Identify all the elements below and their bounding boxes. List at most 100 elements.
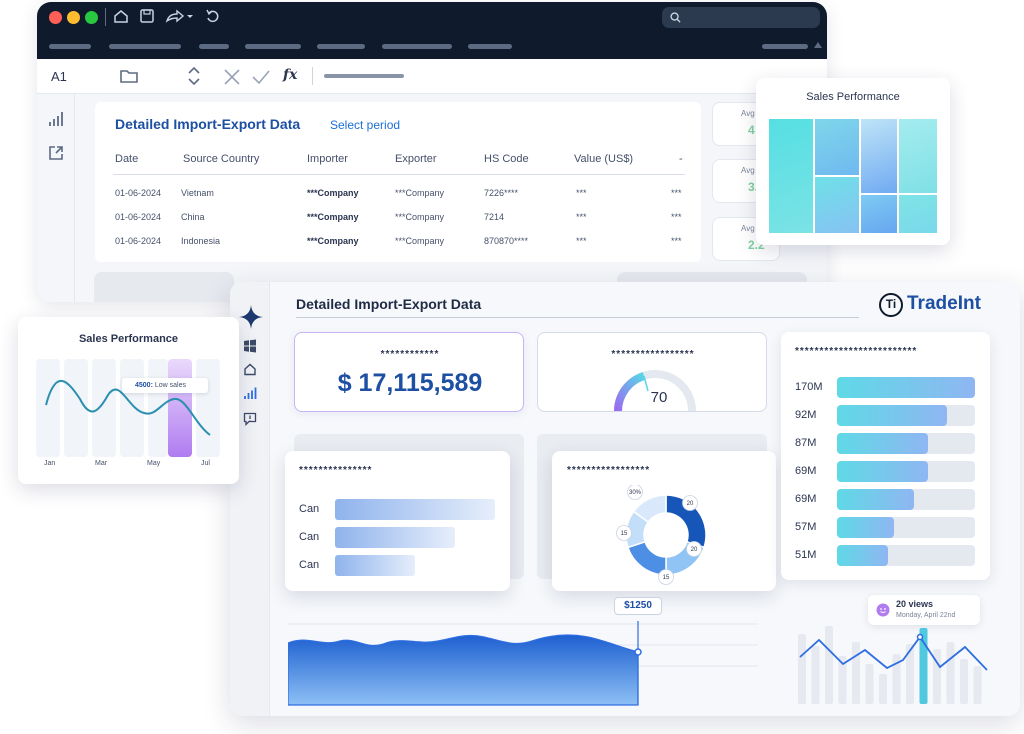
total-value-card[interactable]: ************ $ 17,115,589 (294, 332, 524, 412)
table-cell: Indonesia (181, 236, 221, 246)
chart-icon[interactable] (243, 386, 257, 400)
bar[interactable] (837, 545, 888, 566)
table-row[interactable]: 01-06-2024 Vietnam ***Company ***Company 722… (95, 188, 701, 204)
bar[interactable] (837, 405, 947, 426)
table-row[interactable]: 01-06-2024 China ***Company ***Company 7214 *… (95, 212, 701, 228)
menu-item[interactable] (49, 44, 91, 49)
masked-label: ***************** (567, 465, 651, 476)
bar[interactable] (837, 377, 975, 398)
table-cell: *** (671, 236, 682, 246)
menu-item[interactable] (245, 44, 301, 49)
treemap-cell[interactable] (814, 118, 860, 176)
gauge-card[interactable]: ***************** 70 (537, 332, 767, 412)
bar[interactable] (837, 461, 928, 482)
bar[interactable] (837, 433, 928, 454)
divider (312, 67, 313, 85)
collapse-ribbon-icon[interactable] (814, 42, 822, 48)
donut-segment[interactable] (627, 540, 667, 576)
views-bar[interactable] (960, 659, 968, 704)
treemap-cell[interactable] (860, 194, 898, 234)
column-header[interactable]: Importer (307, 153, 348, 165)
menu-item[interactable] (199, 44, 229, 49)
donut-label-text: 20 (691, 547, 698, 553)
donut-chart-card[interactable]: ***************** 30% 20 20 15 15 (552, 451, 776, 591)
table-row[interactable]: 01-06-2024 Indonesia ***Company ***Company 8… (95, 236, 701, 252)
views-bar[interactable] (946, 642, 955, 704)
formula-input[interactable] (324, 74, 404, 78)
home-icon[interactable] (111, 8, 131, 28)
undo-icon[interactable] (203, 8, 223, 28)
sort-stepper-icon[interactable] (187, 66, 201, 86)
emoji-icon (876, 603, 890, 617)
select-period-link[interactable]: Select period (330, 118, 400, 132)
maximize-window-button[interactable] (85, 11, 98, 24)
confirm-icon[interactable] (251, 68, 271, 86)
table-cell: ***Company (307, 188, 359, 198)
treemap-cell[interactable] (898, 194, 938, 234)
average-value: 4 (748, 123, 755, 137)
bar-track (837, 517, 975, 538)
table-cell: *** (576, 236, 587, 246)
menu-item[interactable] (109, 44, 181, 49)
dashboard-window: Detailed Import-Export Data Ti TradeInt … (230, 282, 1020, 716)
bar[interactable] (837, 517, 894, 538)
sales-performance-line-card: Sales Performance 4500: Low sales Jan Ma… (18, 317, 239, 484)
views-bar[interactable] (865, 664, 874, 704)
masked-label: ************************* (795, 346, 918, 357)
menu-item[interactable] (468, 44, 512, 49)
search-input[interactable] (662, 7, 820, 28)
views-tooltip: 20 views Monday, April 22nd (868, 595, 980, 625)
title-underline (296, 317, 859, 318)
bar-label: 87M (795, 437, 817, 449)
bar[interactable] (335, 499, 495, 520)
home-icon[interactable] (243, 362, 257, 376)
ranking-bar-card[interactable]: ************************* 170M 92M 87M 69M 6… (781, 332, 990, 580)
cancel-icon[interactable] (223, 68, 241, 86)
masked-label: ***************** (611, 349, 695, 360)
treemap-cell[interactable] (898, 118, 938, 194)
bar[interactable] (335, 555, 415, 576)
menu-item[interactable] (382, 44, 452, 49)
column-header[interactable]: - (679, 153, 683, 165)
bar[interactable] (335, 527, 455, 548)
bar-label: 92M (795, 409, 817, 421)
column-header[interactable]: HS Code (484, 153, 529, 165)
area-series[interactable] (288, 634, 639, 706)
views-bar[interactable] (798, 634, 806, 704)
share-icon[interactable] (165, 8, 195, 28)
save-icon[interactable] (137, 8, 157, 28)
table-cell: ***Company (395, 188, 445, 198)
views-bar[interactable] (825, 626, 833, 704)
minimize-window-button[interactable] (67, 11, 80, 24)
message-icon[interactable] (243, 412, 257, 426)
divider (105, 8, 106, 26)
treemap-cell[interactable] (860, 118, 898, 194)
views-chart (798, 626, 988, 704)
total-value: $ 17,115,589 (337, 369, 483, 397)
column-header[interactable]: Value (US$) (574, 153, 633, 165)
folder-icon[interactable] (119, 67, 139, 85)
cell-reference[interactable]: A1 (51, 69, 67, 84)
close-window-button[interactable] (49, 11, 62, 24)
chart-icon[interactable] (47, 110, 65, 128)
bar[interactable] (837, 489, 914, 510)
bar-track (837, 433, 975, 454)
menu-item[interactable] (317, 44, 365, 49)
function-button[interactable]: fx (283, 67, 297, 83)
bar-chart-card[interactable]: *************** Can Can Can (285, 451, 510, 591)
treemap-cell[interactable] (768, 118, 814, 234)
views-bar[interactable] (811, 646, 820, 704)
views-bar[interactable] (973, 666, 982, 704)
column-header[interactable]: Date (115, 153, 138, 165)
external-link-icon[interactable] (47, 144, 65, 162)
table-title: Detailed Import-Export Data (115, 116, 301, 132)
sparkle-icon[interactable] (238, 304, 264, 330)
treemap-cell[interactable] (814, 176, 860, 234)
views-bar[interactable] (852, 642, 860, 704)
menu-item[interactable] (762, 44, 808, 49)
windows-icon[interactable] (243, 339, 257, 353)
column-header[interactable]: Exporter (395, 153, 437, 165)
formula-bar: A1 fx (37, 59, 827, 94)
column-header[interactable]: Source Country (183, 153, 259, 165)
views-bar[interactable] (879, 674, 887, 704)
